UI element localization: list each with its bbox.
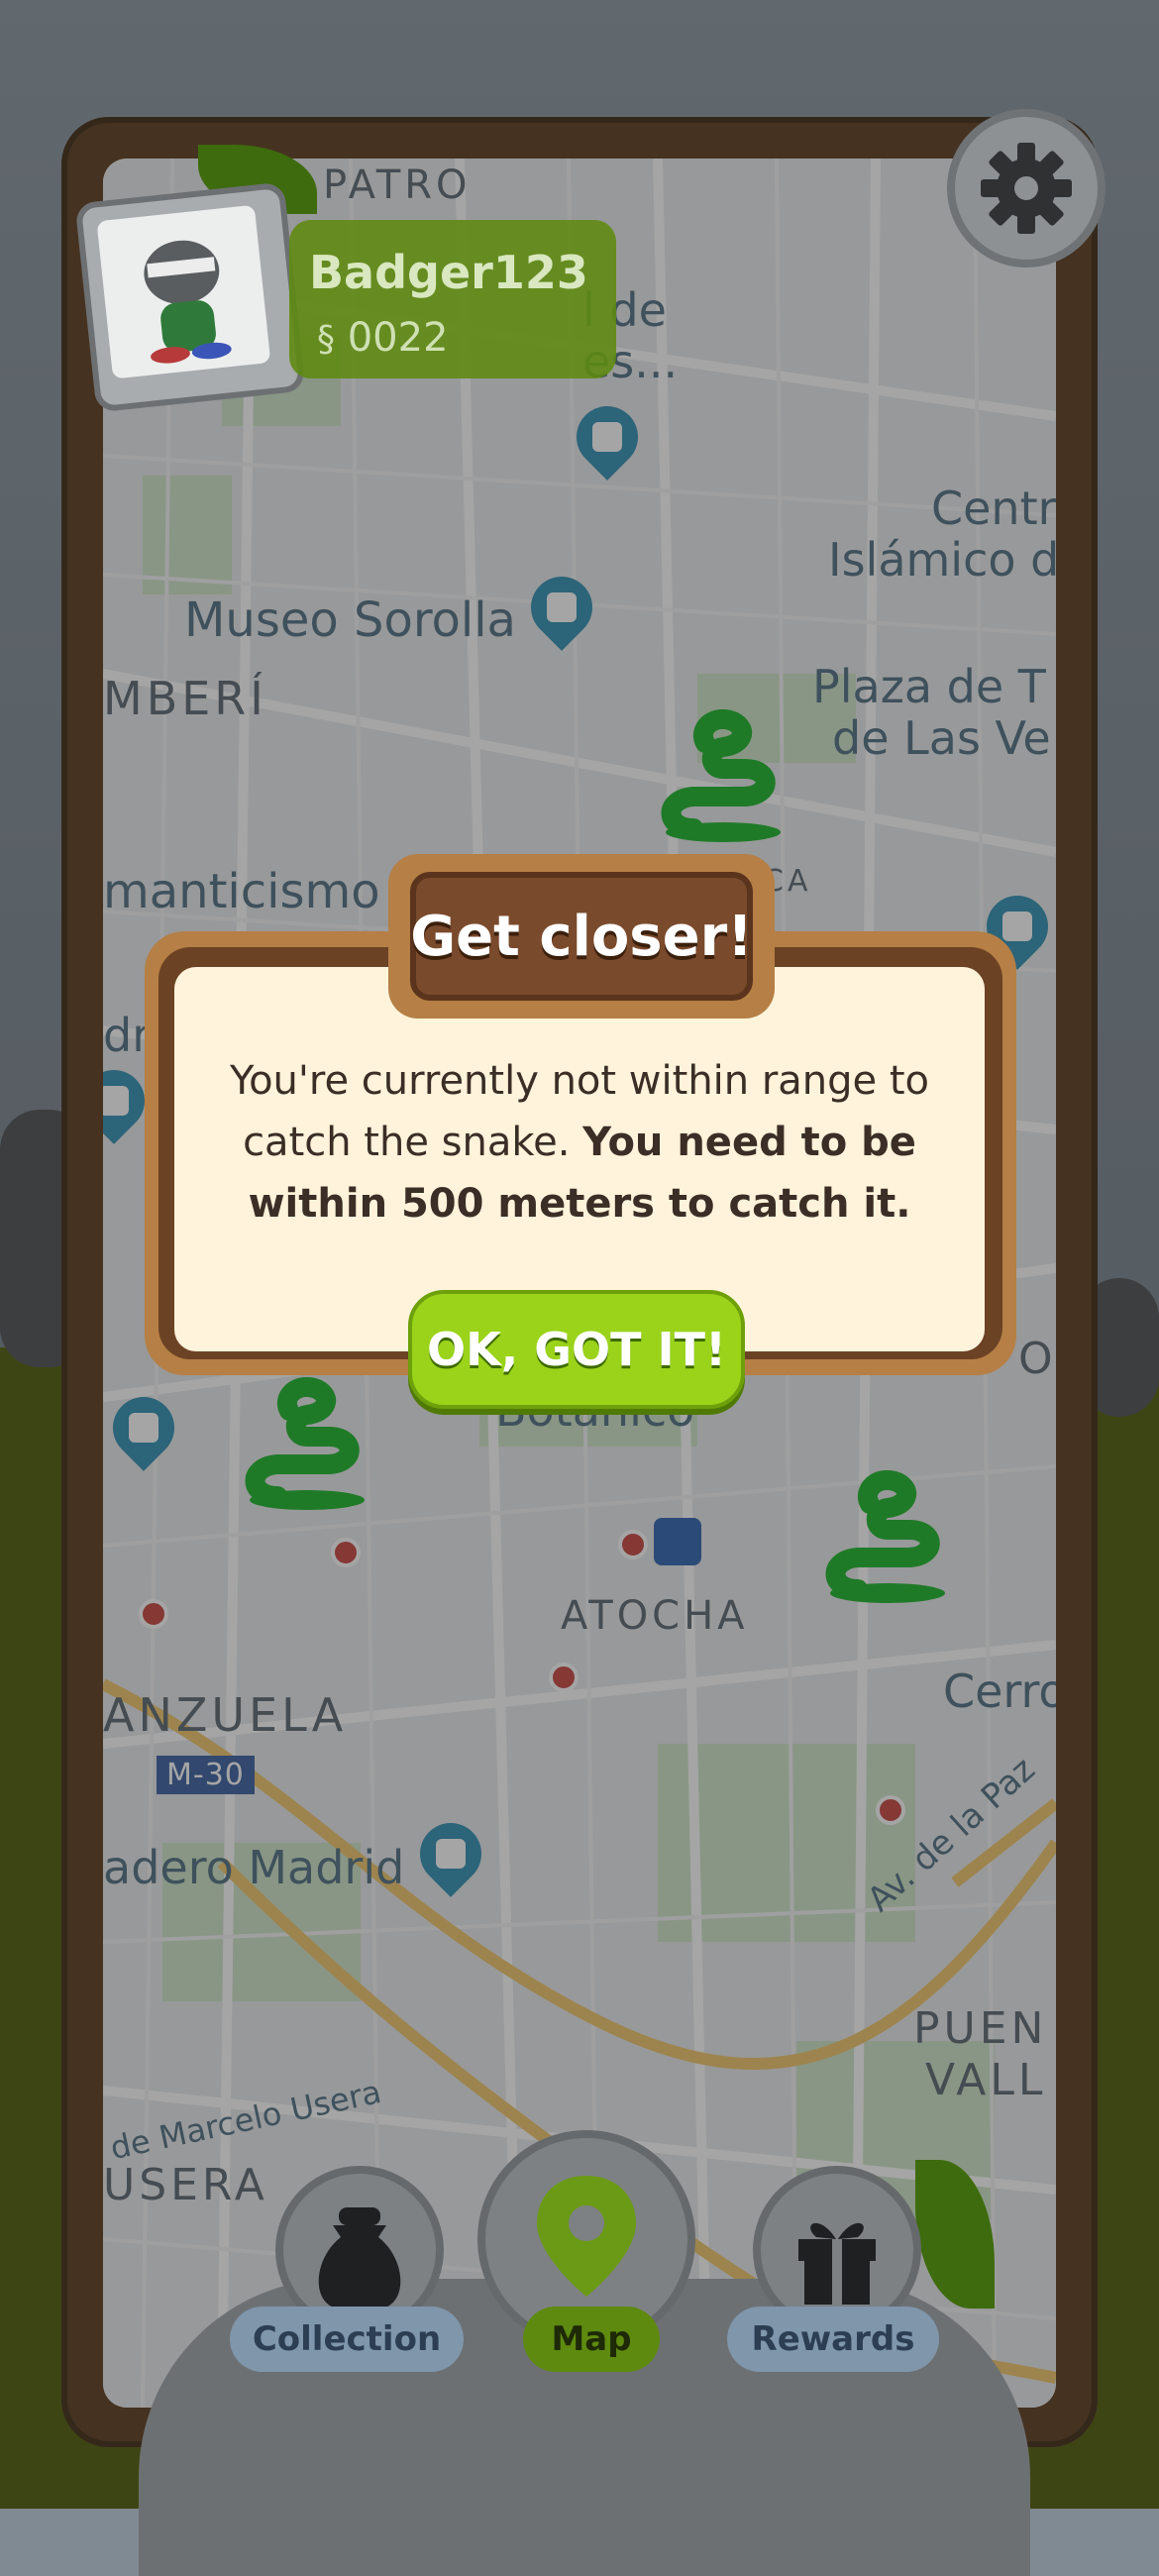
map-tab-label[interactable]: Map bbox=[523, 2307, 660, 2372]
dialog-message: You're currently not within range to cat… bbox=[208, 1050, 951, 1234]
snake-count-icon: § bbox=[317, 319, 335, 360]
avatar[interactable] bbox=[74, 181, 306, 413]
badger-icon bbox=[144, 240, 232, 364]
username: Badger123 bbox=[309, 246, 588, 299]
rewards-tab-label[interactable]: Rewards bbox=[727, 2307, 939, 2372]
settings-button[interactable] bbox=[947, 109, 1106, 268]
gift-icon bbox=[798, 2222, 876, 2305]
snake-count-value: 0022 bbox=[347, 315, 449, 361]
gear-icon bbox=[981, 143, 1072, 234]
avatar-badger-image bbox=[96, 204, 271, 379]
snake-marker-icon[interactable] bbox=[238, 1377, 376, 1516]
ok-got-it-button[interactable]: OK, GOT IT! bbox=[408, 1290, 745, 1409]
dialog-title: Get closer! bbox=[410, 904, 753, 969]
snake-marker-icon[interactable] bbox=[654, 709, 792, 848]
sack-icon bbox=[318, 2207, 401, 2308]
collection-tab-label[interactable]: Collection bbox=[230, 2307, 464, 2372]
snake-counter: § 0022 bbox=[317, 315, 449, 361]
snake-marker-icon[interactable] bbox=[818, 1470, 957, 1609]
